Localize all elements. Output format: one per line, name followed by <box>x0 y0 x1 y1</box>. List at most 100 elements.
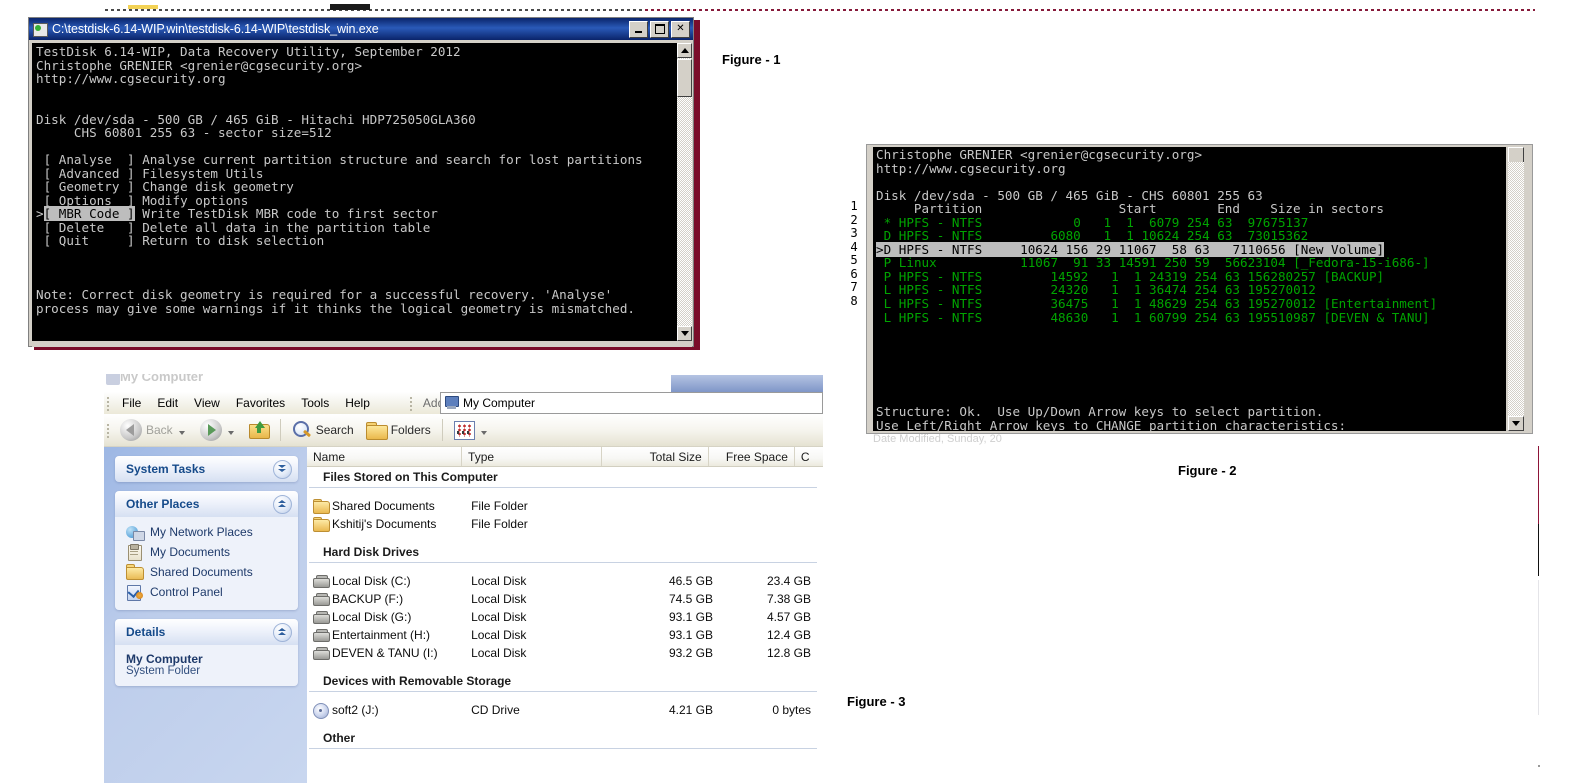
other-places-header[interactable]: Other Places <box>115 491 298 517</box>
back-button[interactable]: Back <box>114 416 194 444</box>
figure1-title-bar[interactable]: C:\testdisk-6.14-WIP.win\testdisk-6.14-W… <box>29 18 693 40</box>
folders-button[interactable]: Folders <box>360 416 437 444</box>
column-header-total-size[interactable]: Total Size <box>602 447 709 466</box>
list-item[interactable]: Local Disk (G:) Local Disk 93.1 GB 4.57 … <box>307 608 823 626</box>
f1-chs-line: CHS 60801 255 63 - sector size=512 <box>36 125 332 140</box>
my-computer-icon <box>444 396 459 410</box>
file-free-space: 12.4 GB <box>766 628 812 642</box>
other-places-body: My Network Places My Documents Shared Do… <box>115 517 298 610</box>
file-list-pane[interactable]: Name Type Total Size Free Space C Files … <box>307 447 823 783</box>
file-name: Entertainment (H:) <box>332 628 431 642</box>
list-item[interactable]: Entertainment (H:) Local Disk 93.1 GB 12… <box>307 626 823 644</box>
group-header-hard-disk-drives[interactable]: Hard Disk Drives <box>309 542 817 563</box>
system-tasks-panel[interactable]: System Tasks <box>115 456 298 482</box>
dotted-line-artifact-red <box>645 9 1535 11</box>
place-control-panel[interactable]: Control Panel <box>126 582 292 602</box>
toolbar-gripper[interactable] <box>105 422 112 438</box>
maximize-button[interactable] <box>650 20 669 38</box>
figure3-menu-bar[interactable]: File Edit View Favorites Tools Help Addr… <box>104 392 823 414</box>
system-tasks-header[interactable]: System Tasks <box>115 456 298 482</box>
file-list-column-headers[interactable]: Name Type Total Size Free Space C <box>307 447 823 467</box>
menu-tools[interactable]: Tools <box>293 394 337 412</box>
menu-file[interactable]: File <box>114 394 149 412</box>
minimize-button[interactable] <box>629 20 648 38</box>
search-button-label: Search <box>315 423 354 437</box>
menu-edit[interactable]: Edit <box>149 394 186 412</box>
address-input[interactable]: My Computer <box>440 392 823 414</box>
file-type: Local Disk <box>471 628 527 642</box>
search-button[interactable]: Search <box>286 416 360 444</box>
file-name: soft2 (J:) <box>332 703 379 717</box>
forward-button[interactable] <box>194 416 243 444</box>
place-shared-documents[interactable]: Shared Documents <box>126 562 292 582</box>
toolbar-separator <box>279 419 281 441</box>
partition-row[interactable]: L HPFS - NTFS 48630 1 1 60799 254 63 195… <box>876 310 1430 325</box>
list-item[interactable]: BACKUP (F:) Local Disk 74.5 GB 7.38 GB <box>307 590 823 608</box>
menubar-gripper[interactable] <box>105 395 112 411</box>
vertical-line-artifact-lower <box>1538 580 1539 715</box>
figure2-vertical-scrollbar[interactable] <box>1508 147 1524 431</box>
f2-line2: http://www.cgsecurity.org <box>876 160 1066 176</box>
folder-icon <box>126 564 144 580</box>
menu-help[interactable]: Help <box>337 394 378 412</box>
list-item[interactable]: Shared Documents File Folder <box>307 497 823 515</box>
file-type: File Folder <box>471 517 528 531</box>
back-arrow-icon <box>120 419 142 441</box>
group-header-removable-storage[interactable]: Devices with Removable Storage <box>309 671 817 692</box>
scroll-down-arrow-icon[interactable] <box>677 326 692 341</box>
system-tasks-title: System Tasks <box>126 462 206 476</box>
scroll-track[interactable] <box>1508 162 1524 416</box>
scroll-thumb[interactable] <box>677 59 692 97</box>
menu-favorites[interactable]: Favorites <box>228 394 293 412</box>
file-name: Kshitij's Documents <box>332 517 437 531</box>
column-header-comments[interactable]: C <box>795 447 823 466</box>
column-header-type[interactable]: Type <box>462 447 602 466</box>
menu-item-quit-key[interactable]: [ Quit ] <box>44 233 135 248</box>
back-button-label: Back <box>146 423 173 437</box>
place-label: Control Panel <box>150 585 223 599</box>
figure3-title-bar[interactable]: My Computer <box>104 374 823 392</box>
column-header-name[interactable]: Name <box>307 447 463 466</box>
figure2-console-area[interactable]: Christophe GRENIER <grenier@cgsecurity.o… <box>873 147 1506 431</box>
file-name: DEVEN & TANU (I:) <box>332 646 438 660</box>
figure1-window-controls[interactable]: ✕ <box>629 20 693 38</box>
row-number: 8 <box>850 293 858 308</box>
list-item[interactable]: DEVEN & TANU (I:) Local Disk 93.2 GB 12.… <box>307 644 823 662</box>
chevron-up-icon[interactable] <box>273 622 292 642</box>
figure3-toolbar[interactable]: Back Search Folders <box>104 414 823 447</box>
up-one-level-button[interactable] <box>243 416 275 444</box>
figure3-body: System Tasks Other Places My Network Pla… <box>104 447 823 783</box>
views-button[interactable] <box>448 416 496 444</box>
list-item[interactable]: Local Disk (C:) Local Disk 46.5 GB 23.4 … <box>307 572 823 590</box>
place-my-network-places[interactable]: My Network Places <box>126 522 292 542</box>
menu-view[interactable]: View <box>186 394 228 412</box>
chevron-up-icon[interactable] <box>273 494 292 514</box>
chevron-down-icon[interactable] <box>480 431 487 435</box>
details-item-subtitle: System Folder <box>126 665 201 677</box>
scroll-track[interactable] <box>677 58 692 326</box>
list-item[interactable]: Kshitij's Documents File Folder <box>307 515 823 533</box>
testdisk-console-window[interactable]: C:\testdisk-6.14-WIP.win\testdisk-6.14-W… <box>28 17 694 347</box>
file-total-size: 4.21 GB <box>668 703 713 717</box>
chevron-down-icon[interactable] <box>178 431 185 435</box>
figure1-console-area[interactable]: TestDisk 6.14-WIP, Data Recovery Utility… <box>32 43 677 341</box>
details-header[interactable]: Details <box>115 619 298 645</box>
cd-drive-icon <box>313 703 329 719</box>
group-header-files-stored[interactable]: Files Stored on This Computer <box>309 467 817 488</box>
list-item[interactable]: soft2 (J:) CD Drive 4.21 GB 0 bytes <box>307 701 823 719</box>
scroll-up-arrow-icon[interactable] <box>677 43 692 58</box>
chevron-down-icon[interactable] <box>273 459 292 479</box>
close-button[interactable]: ✕ <box>671 20 690 38</box>
f1-note-line2: process may give some warnings if it thi… <box>36 300 635 316</box>
documents-icon <box>126 544 143 561</box>
figure1-vertical-scrollbar[interactable] <box>677 43 692 341</box>
group-header-other[interactable]: Other <box>309 728 817 749</box>
column-header-free-space[interactable]: Free Space <box>709 447 795 466</box>
scroll-down-arrow-icon[interactable] <box>1508 416 1524 431</box>
chevron-down-icon[interactable] <box>227 431 234 435</box>
addressbar-gripper[interactable] <box>407 395 415 411</box>
details-panel[interactable]: Details My Computer System Folder <box>115 619 298 686</box>
file-total-size: 46.5 GB <box>668 574 713 588</box>
other-places-panel[interactable]: Other Places My Network Places My Docume… <box>115 491 298 610</box>
place-my-documents[interactable]: My Documents <box>126 542 292 562</box>
